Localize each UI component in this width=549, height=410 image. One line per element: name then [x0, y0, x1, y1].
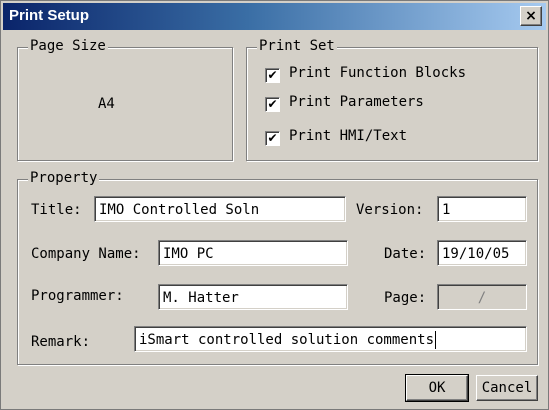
date-input[interactable]: 19/10/05	[437, 240, 527, 266]
close-button[interactable]: ×	[520, 6, 542, 26]
company-name-input[interactable]: IMO PC	[158, 240, 348, 266]
version-input[interactable]: 1	[437, 196, 527, 222]
title-label: Title:	[31, 202, 82, 218]
print-parameters-checkbox[interactable]: ✔	[265, 97, 280, 112]
print-set-legend: Print Set	[257, 38, 337, 54]
page-size-group: Page Size A4	[17, 38, 233, 161]
title-bar[interactable]: Print Setup ×	[3, 3, 546, 30]
version-label: Version:	[356, 202, 424, 218]
remark-label: Remark:	[31, 334, 91, 350]
programmer-label: Programmer:	[31, 288, 124, 304]
print-function-blocks-label[interactable]: Print Function Blocks	[289, 65, 466, 81]
print-hmi-text-checkbox[interactable]: ✔	[265, 131, 280, 146]
property-group: Property Title: IMO Controlled Soln Vers…	[17, 170, 538, 365]
print-function-blocks-checkbox[interactable]: ✔	[265, 68, 280, 83]
company-name-label: Company Name:	[31, 246, 141, 262]
close-icon: ×	[525, 8, 537, 24]
cancel-button[interactable]: Cancel	[476, 375, 538, 401]
print-setup-dialog: Print Setup × Page Size A4 Print Set ✔ P…	[0, 0, 549, 410]
print-set-group: Print Set ✔ Print Function Blocks ✔ Prin…	[246, 38, 538, 161]
page-size-legend: Page Size	[28, 38, 108, 54]
title-input[interactable]: IMO Controlled Soln	[94, 196, 346, 222]
ok-button[interactable]: OK	[405, 374, 469, 402]
dialog-title: Print Setup	[9, 7, 90, 24]
page-input: /	[437, 284, 527, 310]
text-cursor	[435, 331, 437, 349]
page-size-value: A4	[98, 96, 115, 112]
date-label: Date:	[384, 246, 427, 262]
page-label: Page:	[384, 290, 427, 306]
remark-input[interactable]: iSmart controlled solution comments	[134, 326, 527, 352]
print-parameters-label[interactable]: Print Parameters	[289, 94, 424, 110]
programmer-input[interactable]: M. Hatter	[158, 284, 348, 310]
property-legend: Property	[28, 170, 100, 186]
print-hmi-text-label[interactable]: Print HMI/Text	[289, 128, 407, 144]
remark-value: iSmart controlled solution comments	[139, 332, 435, 348]
